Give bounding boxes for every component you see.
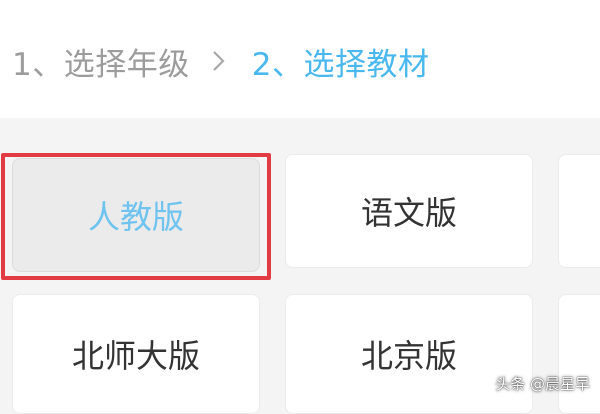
textbook-option-beishida[interactable]: 北师大版	[12, 294, 260, 414]
textbook-option-partial[interactable]	[558, 154, 600, 268]
watermark: 头条 @晨星早	[495, 375, 590, 393]
breadcrumb: 1、选择年级 2、选择教材	[12, 38, 429, 84]
textbook-option-beijing[interactable]: 北京版	[285, 294, 533, 414]
chevron-right-icon	[204, 50, 242, 72]
textbook-option-renjiao[interactable]: 人教版	[12, 158, 260, 272]
step-select-textbook[interactable]: 2、选择教材	[252, 39, 430, 84]
textbook-option-partial-2[interactable]	[558, 294, 600, 414]
step-select-grade[interactable]: 1、选择年级	[12, 39, 190, 84]
header-bar: 1、选择年级 2、选择教材	[0, 0, 600, 118]
textbook-option-yuwen[interactable]: 语文版	[285, 154, 533, 268]
